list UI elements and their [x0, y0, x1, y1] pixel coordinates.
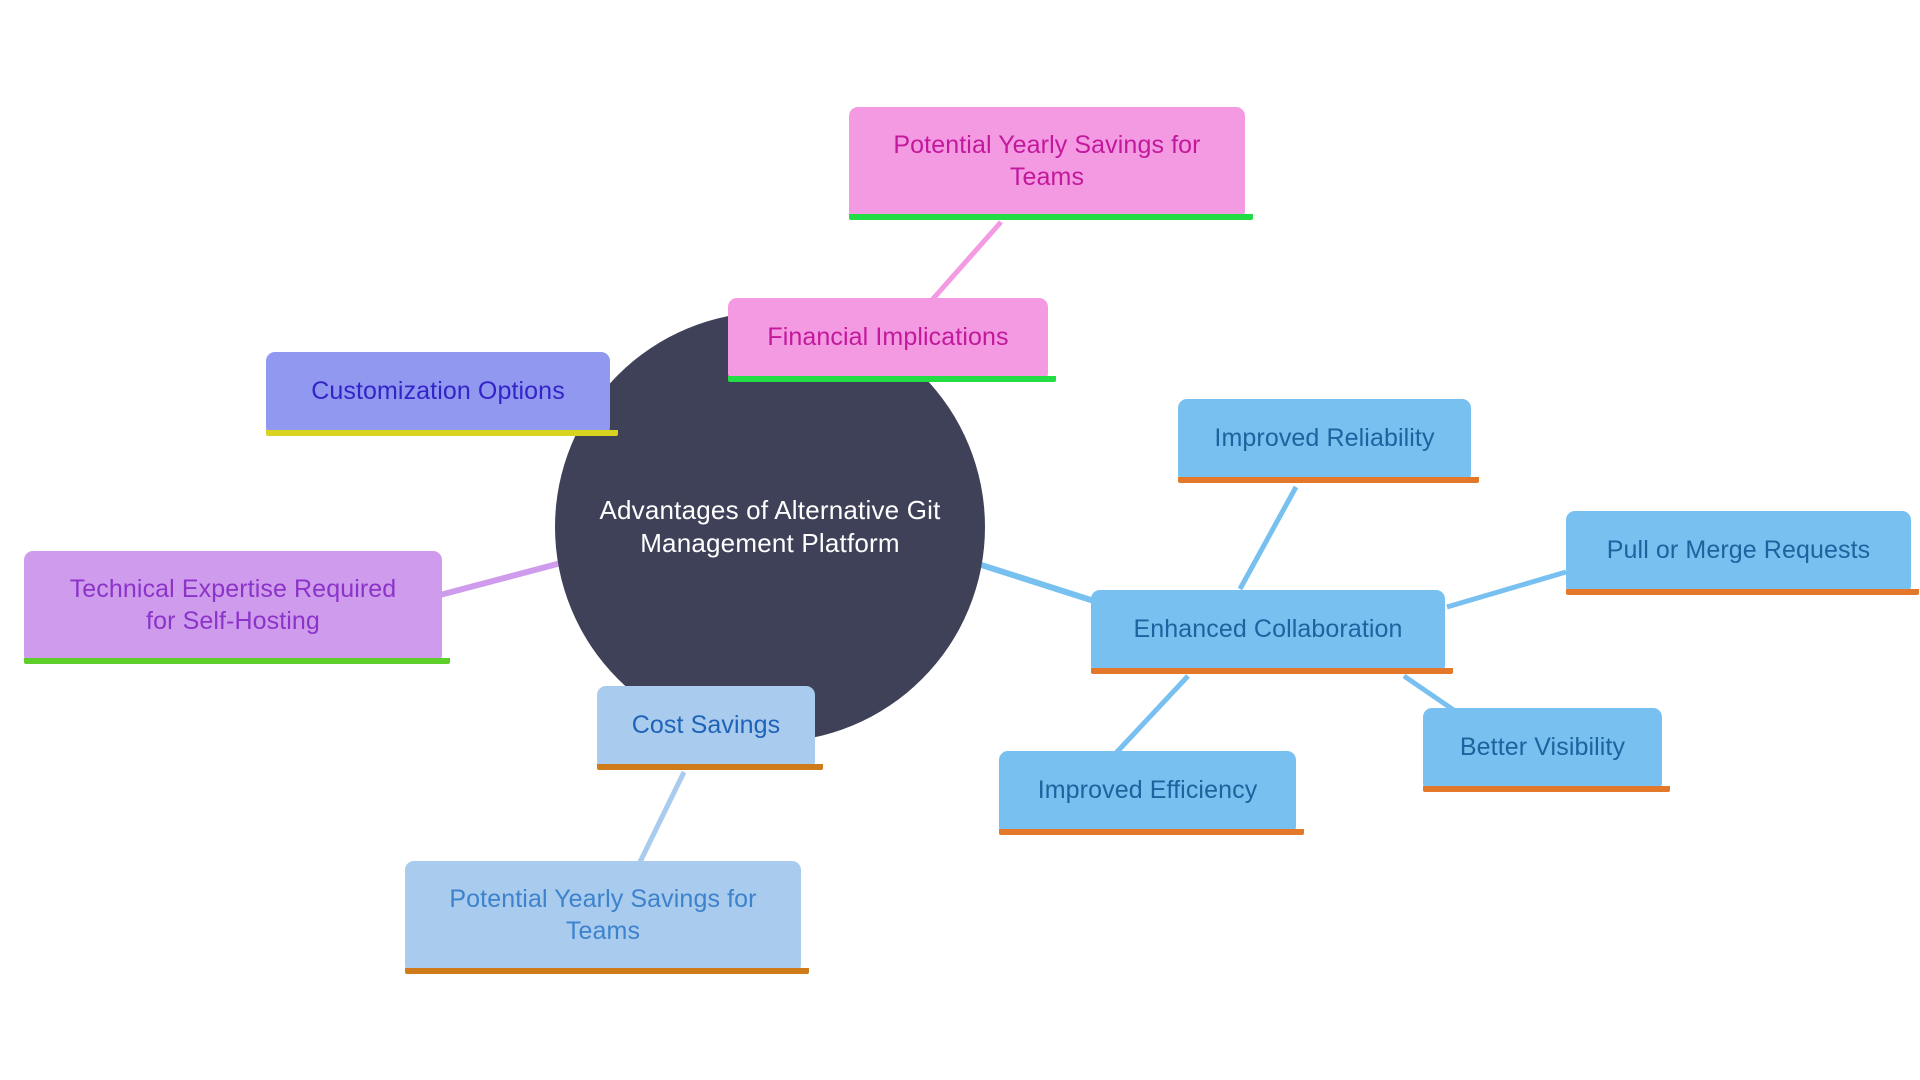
- node-better-visibility[interactable]: Better Visibility: [1423, 708, 1670, 792]
- node-improved-efficiency[interactable]: Improved Efficiency: [999, 751, 1304, 835]
- edge-collab-efficiency: [1114, 674, 1190, 755]
- node-potential-yearly-savings-teams-pink[interactable]: Potential Yearly Savings for Teams: [849, 107, 1253, 220]
- node-label-technical-expertise-self-hosting: Technical Expertise Required for Self-Ho…: [69, 575, 397, 635]
- edge-collab-pull: [1446, 569, 1567, 610]
- node-label-improved-efficiency: Improved Efficiency: [1037, 776, 1258, 805]
- node-technical-expertise-self-hosting[interactable]: Technical Expertise Required for Self-Ho…: [24, 551, 450, 664]
- node-label-improved-reliability: Improved Reliability: [1214, 424, 1435, 453]
- node-label-better-visibility: Better Visibility: [1459, 733, 1626, 762]
- node-label-enhanced-collaboration: Enhanced Collaboration: [1133, 615, 1403, 644]
- node-label-customization-options: Customization Options: [311, 377, 565, 406]
- node-financial-implications[interactable]: Financial Implications: [728, 298, 1056, 382]
- edge-collab-reliability: [1237, 485, 1299, 591]
- node-improved-reliability[interactable]: Improved Reliability: [1178, 399, 1479, 483]
- edge-root-collaboration: [971, 559, 1095, 604]
- node-label-pull-or-merge-requests: Pull or Merge Requests: [1606, 536, 1871, 565]
- mindmap-canvas: Advantages of Alternative Git Management…: [0, 0, 1920, 1080]
- node-cost-savings[interactable]: Cost Savings: [597, 686, 823, 770]
- node-label-cost-savings: Cost Savings: [631, 711, 781, 740]
- node-label-potential-yearly-savings-teams-pink: Potential Yearly Savings for Teams: [893, 131, 1201, 191]
- node-label-financial-implications: Financial Implications: [767, 323, 1009, 352]
- node-pull-or-merge-requests[interactable]: Pull or Merge Requests: [1566, 511, 1919, 595]
- root-node-label: Advantages of Alternative Git Management…: [599, 494, 941, 558]
- node-label-potential-yearly-savings-teams-blue: Potential Yearly Savings for Teams: [449, 885, 757, 945]
- node-customization-options[interactable]: Customization Options: [266, 352, 618, 436]
- edge-financial-savings: [930, 220, 1003, 302]
- node-potential-yearly-savings-teams-blue[interactable]: Potential Yearly Savings for Teams: [405, 861, 809, 974]
- edge-cost-savings-yearly: [637, 770, 687, 864]
- node-enhanced-collaboration[interactable]: Enhanced Collaboration: [1091, 590, 1453, 674]
